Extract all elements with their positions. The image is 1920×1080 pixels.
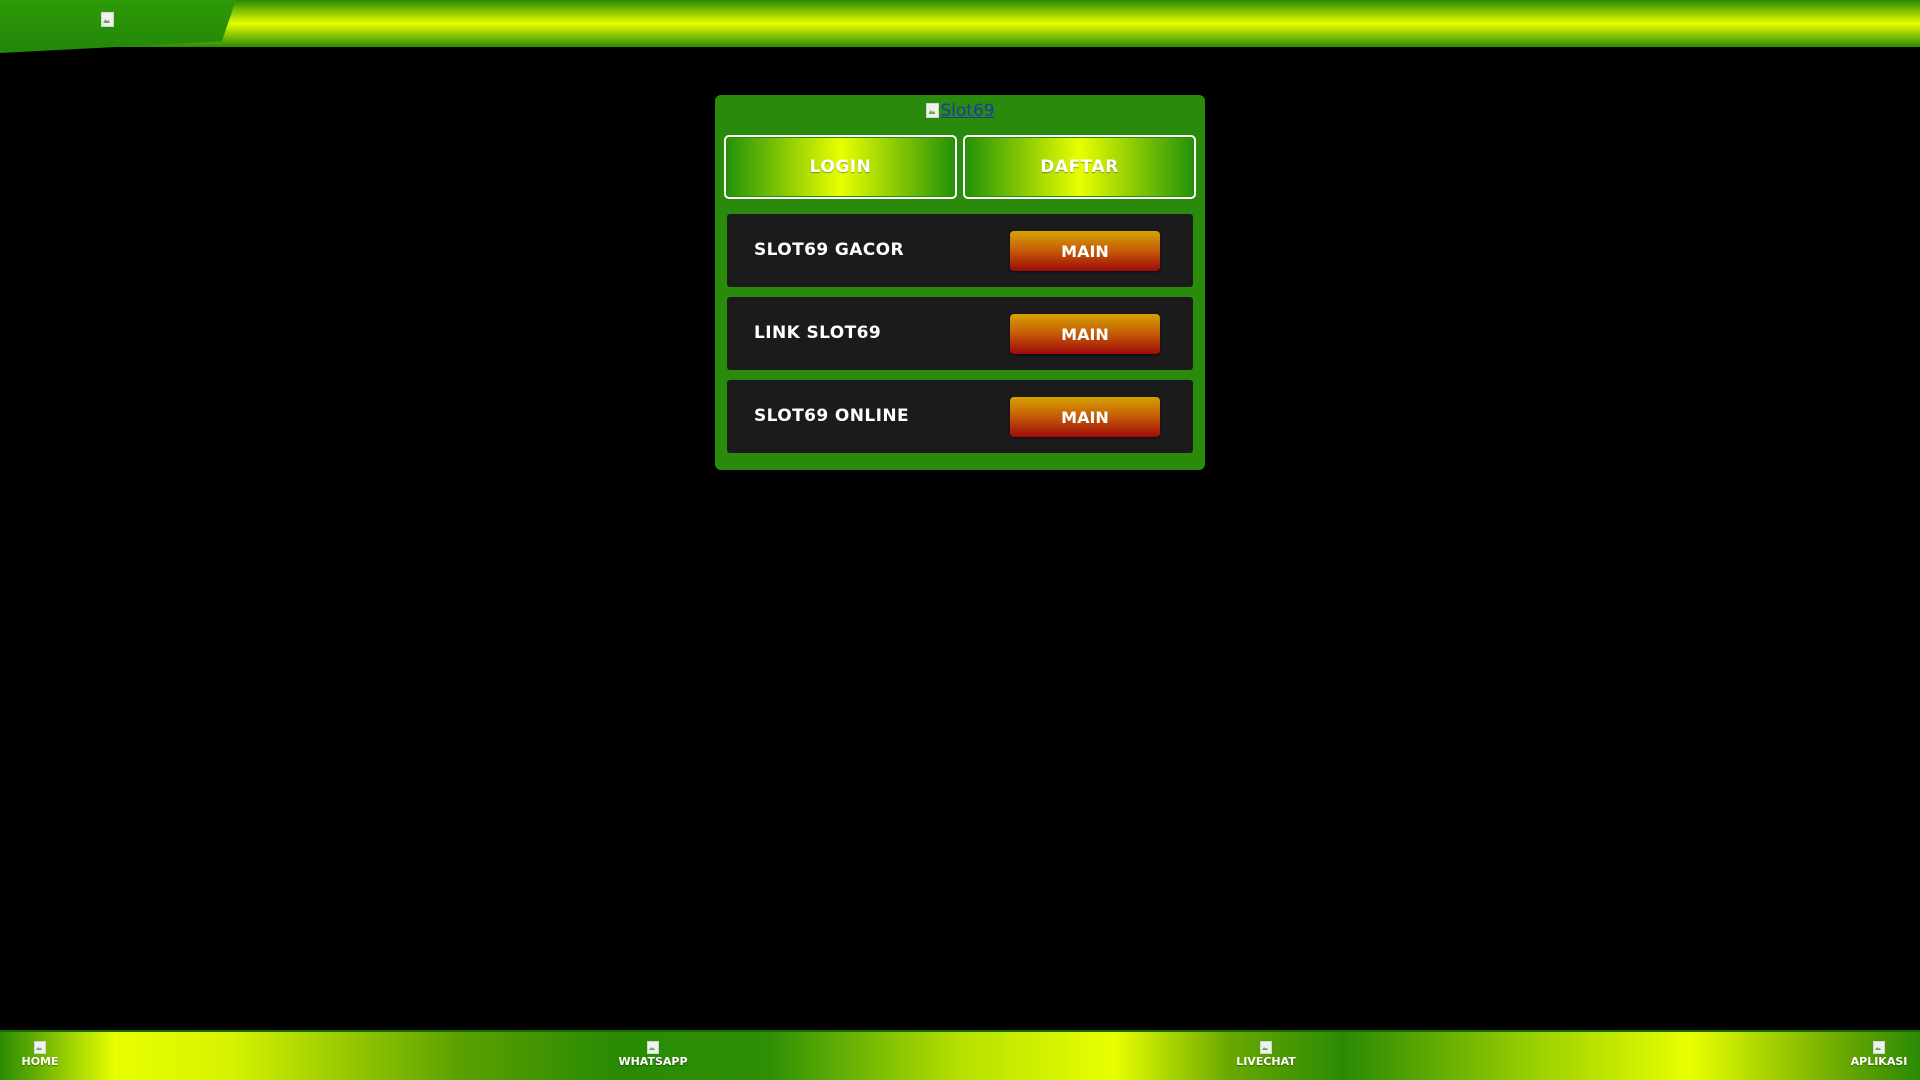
top-header-bar [0, 0, 1920, 53]
broken-image-icon [100, 11, 114, 27]
nav-item-label: LIVECHAT [1236, 1055, 1296, 1068]
card-logo-link[interactable]: Slot69 [715, 101, 1205, 121]
nav-item-label: HOME [21, 1055, 59, 1068]
game-link-list: SLOT69 GACOR MAIN LINK SLOT69 MAIN SLOT6… [727, 214, 1193, 463]
whatsapp-icon [646, 1040, 660, 1054]
card-logo-alt-text: Slot69 [940, 101, 995, 121]
main-button[interactable]: MAIN [1010, 397, 1160, 437]
broken-image-icon [925, 102, 940, 118]
game-row-title: SLOT69 GACOR [754, 240, 905, 260]
game-row-title: LINK SLOT69 [754, 323, 882, 343]
game-row-link-slot69: LINK SLOT69 MAIN [727, 297, 1193, 370]
app-download-icon [1872, 1040, 1886, 1054]
nav-item-livechat[interactable]: LIVECHAT [1221, 1040, 1311, 1068]
nav-item-label: WHATSAPP [618, 1055, 688, 1068]
nav-item-label: APLIKASI [1850, 1055, 1908, 1068]
main-button[interactable]: MAIN [1010, 231, 1160, 271]
home-icon [33, 1040, 47, 1054]
auth-button-row: LOGIN DAFTAR [724, 135, 1196, 199]
nav-item-whatsapp[interactable]: WHATSAPP [608, 1040, 698, 1068]
site-logo-broken-image-icon[interactable] [100, 11, 116, 27]
header-logo-tab[interactable] [0, 0, 236, 53]
nav-item-aplikasi[interactable]: APLIKASI [1834, 1040, 1920, 1068]
main-button[interactable]: MAIN [1010, 314, 1160, 354]
daftar-button[interactable]: DAFTAR [963, 135, 1196, 199]
nav-item-home[interactable]: HOME [0, 1040, 85, 1068]
bottom-nav-bar: HOME WHATSAPP LIVECHAT APLIKASI [0, 1030, 1920, 1080]
main-card: Slot69 LOGIN DAFTAR SLOT69 GACOR MAIN LI… [715, 95, 1205, 470]
login-button[interactable]: LOGIN [724, 135, 957, 199]
game-row-slot69-online: SLOT69 ONLINE MAIN [727, 380, 1193, 453]
game-row-title: SLOT69 ONLINE [754, 406, 909, 426]
livechat-icon [1259, 1040, 1273, 1054]
game-row-slot69-gacor: SLOT69 GACOR MAIN [727, 214, 1193, 287]
